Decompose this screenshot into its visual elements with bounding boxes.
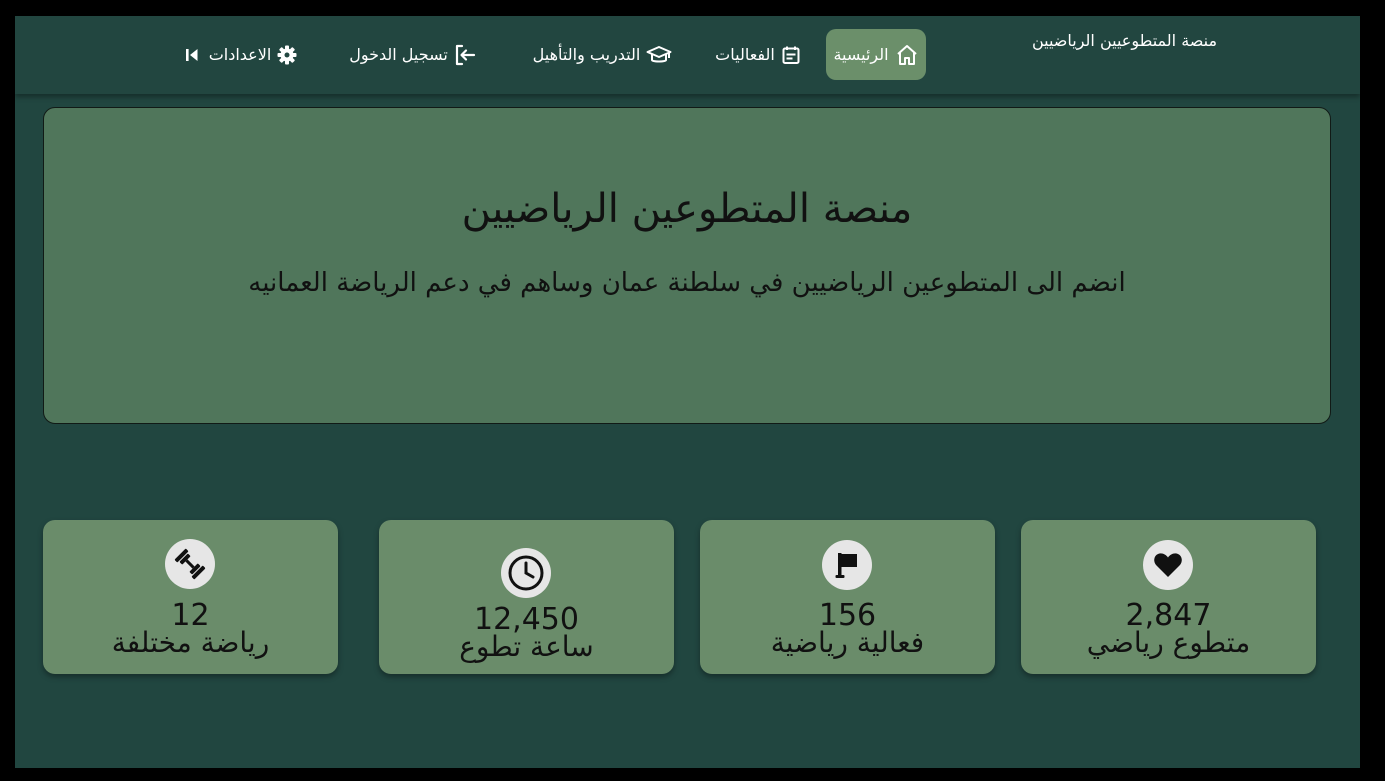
nav-item-settings[interactable]: الاعدادات xyxy=(175,29,307,80)
app-window: منصة المتطوعيين الرياضيين الرئيسية الفعا… xyxy=(15,16,1360,768)
nav-item-label: الفعاليات xyxy=(715,45,775,64)
nav-item-label: تسجيل الدخول xyxy=(349,45,448,64)
flag-icon xyxy=(822,540,872,590)
nav-item-label: التدريب والتأهيل xyxy=(532,45,641,64)
collapse-left-icon[interactable] xyxy=(185,47,199,63)
hero-title: منصة المتطوعين الرياضيين xyxy=(461,186,913,232)
stat-label: ساعة تطوع xyxy=(459,630,594,663)
heart-icon xyxy=(1143,540,1193,590)
calendar-icon xyxy=(781,45,801,65)
nav-item-training[interactable]: التدريب والتأهيل xyxy=(520,29,685,80)
hero-subtitle: انضم الى المتطوعين الرياضيين في سلطنة عم… xyxy=(248,268,1126,298)
nav-item-home[interactable]: الرئيسية xyxy=(826,29,926,80)
clock-icon xyxy=(501,548,551,598)
nav-item-label: الرئيسية xyxy=(833,45,889,64)
stat-card-events: 156 فعالية رياضية xyxy=(700,520,995,674)
brand-title[interactable]: منصة المتطوعيين الرياضيين xyxy=(1022,31,1227,50)
sign-in-icon xyxy=(454,44,476,66)
stat-label: فعالية رياضية xyxy=(770,626,925,659)
top-navbar: منصة المتطوعيين الرياضيين الرئيسية الفعا… xyxy=(15,16,1360,94)
dumbbell-icon xyxy=(165,539,215,589)
graduation-cap-icon xyxy=(646,44,672,66)
nav-item-events[interactable]: الفعاليات xyxy=(705,29,811,80)
stat-label: متطوع رياضي xyxy=(1086,626,1251,659)
hero-banner: منصة المتطوعين الرياضيين انضم الى المتطو… xyxy=(43,107,1331,424)
stat-card-hours: 12,450 ساعة تطوع xyxy=(379,520,674,674)
gear-icon xyxy=(277,45,297,65)
stat-card-sports: 12 رياضة مختلفة xyxy=(43,520,338,674)
stat-card-volunteers: 2,847 متطوع رياضي xyxy=(1021,520,1316,674)
nav-item-label: الاعدادات xyxy=(208,45,272,64)
nav-item-login[interactable]: تسجيل الدخول xyxy=(340,29,485,80)
home-icon xyxy=(895,43,919,67)
stat-label: رياضة مختلفة xyxy=(111,626,270,659)
